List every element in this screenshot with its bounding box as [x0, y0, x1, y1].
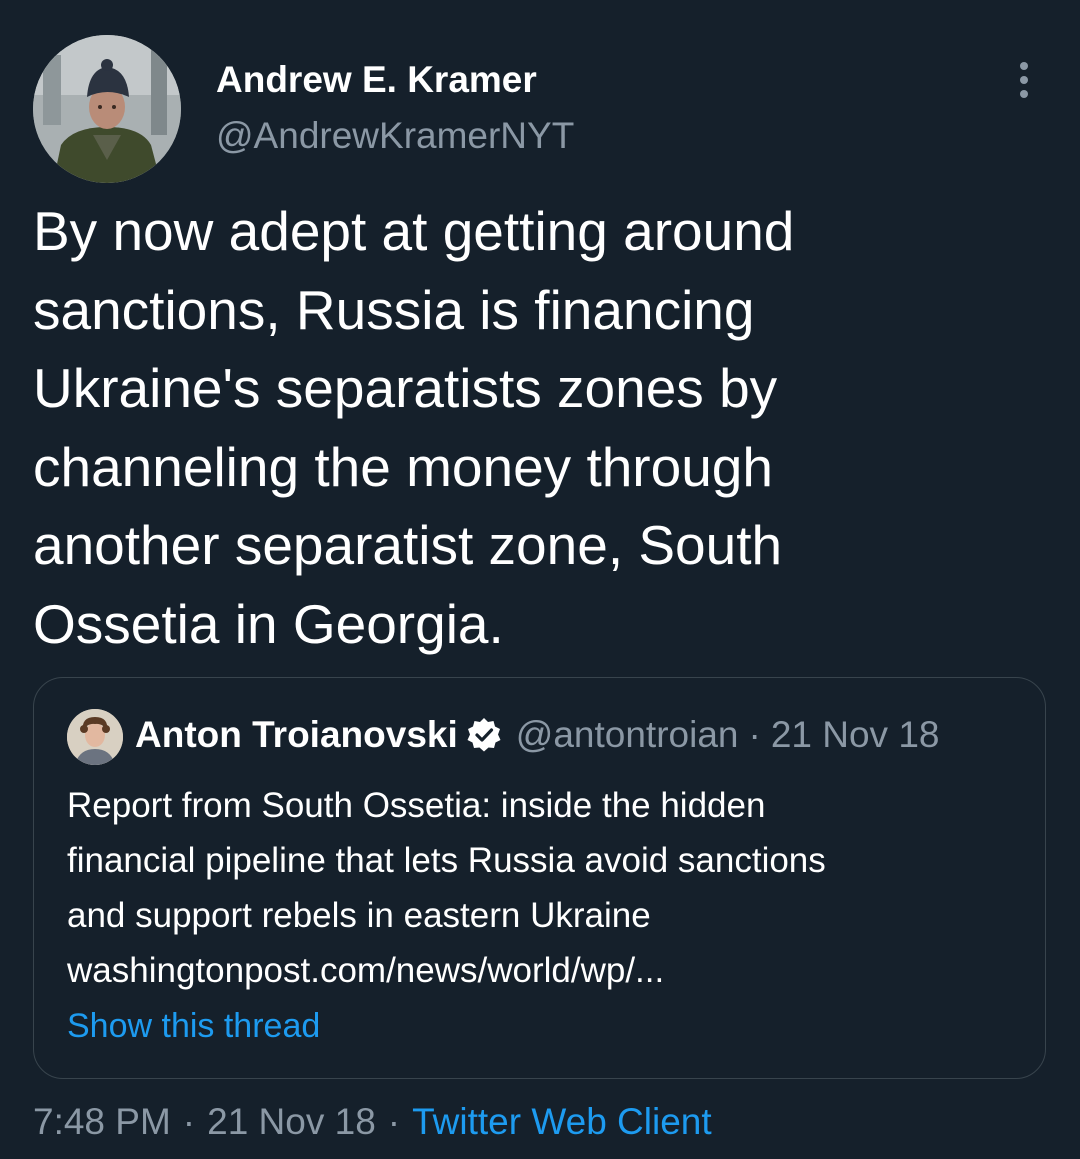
author-avatar[interactable] [33, 35, 181, 183]
meta-separator: · [182, 1101, 196, 1142]
quoted-text-line: financial pipeline that lets Russia avoi… [67, 841, 826, 880]
tweet-meta: 7:48 PM · 21 Nov 18 · Twitter Web Client [33, 1098, 712, 1146]
tweet-time[interactable]: 7:48 PM [33, 1101, 171, 1142]
quoted-author-avatar[interactable] [67, 709, 123, 765]
quoted-separator: · [748, 714, 761, 755]
quoted-author-name[interactable]: Anton Troianovski [135, 714, 458, 756]
tweet: Andrew E. Kramer @AndrewKramerNYT By now… [0, 0, 1080, 1159]
quoted-link[interactable]: washingtonpost.com/news/world/wp/... [67, 943, 1027, 998]
tweet-text: By now adept at getting around sanctions… [33, 192, 1033, 663]
author-avatar-image [33, 35, 181, 183]
quoted-text-line: Report from South Ossetia: inside the hi… [67, 786, 766, 825]
tweet-text-line: By now adept at getting around [33, 200, 795, 262]
quoted-text: Report from South Ossetia: inside the hi… [67, 778, 1027, 998]
tweet-text-line: Ukraine's separatists zones by [33, 357, 778, 419]
verified-badge-icon [466, 717, 502, 753]
author-handle[interactable]: @AndrewKramerNYT [216, 114, 574, 158]
tweet-text-line: Ossetia in Georgia. [33, 592, 504, 655]
tweet-text-line: channeling the money through [33, 435, 773, 498]
tweet-source-link[interactable]: Twitter Web Client [412, 1101, 712, 1142]
quoted-text-line: and support rebels in eastern Ukraine [67, 896, 651, 935]
author-name[interactable]: Andrew E. Kramer [216, 58, 574, 102]
tweet-text-line: sanctions, Russia is financing [33, 278, 755, 341]
more-vertical-icon[interactable] [1008, 60, 1040, 100]
quoted-header: Anton Troianovski @antontroian · 21 Nov … [135, 712, 939, 758]
tweet-text-line: another separatist zone, South [33, 514, 783, 576]
author-info[interactable]: Andrew E. Kramer @AndrewKramerNYT [216, 58, 574, 158]
quoted-avatar-image [67, 709, 123, 765]
meta-separator: · [387, 1101, 401, 1142]
tweet-date[interactable]: 21 Nov 18 [207, 1101, 376, 1142]
quoted-tweet[interactable]: Anton Troianovski @antontroian · 21 Nov … [33, 677, 1046, 1079]
quoted-author-handle[interactable]: @antontroian [516, 714, 739, 756]
show-thread-link[interactable]: Show this thread [67, 1004, 320, 1048]
quoted-date[interactable]: 21 Nov 18 [771, 714, 940, 756]
